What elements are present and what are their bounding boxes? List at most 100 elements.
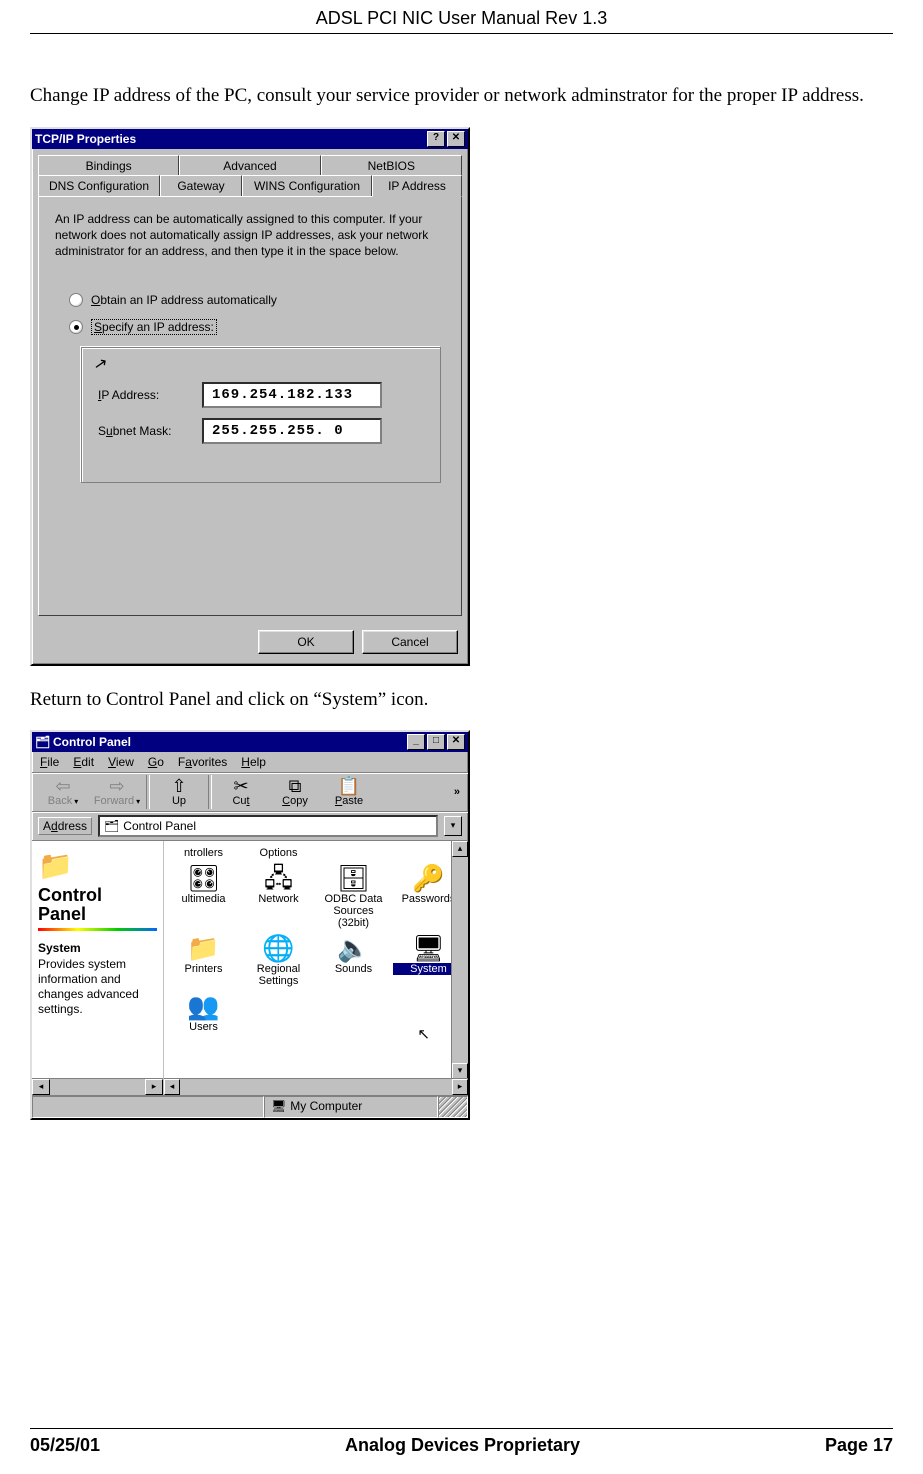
close-button[interactable]: ✕	[447, 734, 465, 750]
tab-bindings[interactable]: Bindings	[38, 155, 179, 176]
menu-bar: File Edit View Go Favorites Help	[32, 752, 468, 773]
cursor-icon: ↖	[92, 353, 109, 375]
menu-go[interactable]: Go	[148, 755, 164, 769]
users-icon: 👥	[168, 993, 239, 1019]
partial-label: Options	[243, 845, 314, 859]
cp-icon-pane: ntrollers Options 🎛ultimedia 🖧Network 🗄O…	[164, 841, 468, 1095]
subnet-mask-row: Subnet Mask: 255.255.255. 0	[98, 418, 424, 444]
menu-favorites[interactable]: Favorites	[178, 755, 227, 769]
scroll-right-icon[interactable]: ▸	[452, 1079, 468, 1095]
tab-ip-address[interactable]: IP Address	[372, 175, 462, 197]
tool-up[interactable]: ⇧Up	[152, 775, 206, 809]
ip-address-label: IP Address:	[98, 388, 188, 402]
right-hscrollbar[interactable]: ◂ ▸	[164, 1078, 468, 1095]
item-multimedia[interactable]: 🎛ultimedia	[168, 865, 239, 929]
tool-paste[interactable]: 📋Paste	[322, 775, 376, 809]
resize-grip[interactable]	[438, 1096, 468, 1118]
tcpip-title: TCP/IP Properties	[35, 132, 136, 146]
tab-row-1: Bindings Advanced NetBIOS	[32, 149, 468, 176]
tab-advanced[interactable]: Advanced	[179, 155, 320, 176]
tcpip-titlebar[interactable]: TCP/IP Properties ? ✕	[32, 129, 468, 149]
paste-icon: 📋	[322, 777, 376, 795]
scroll-left-icon[interactable]: ◂	[32, 1079, 50, 1095]
control-panel-icon: 🗂	[35, 735, 49, 749]
menu-help[interactable]: Help	[241, 755, 266, 769]
tab-dns-configuration[interactable]: DNS Configuration	[38, 175, 160, 196]
item-printers[interactable]: 📁Printers	[168, 935, 239, 987]
ip-groupbox: ↖ IP Address: 169.254.182.133 Subnet Mas…	[81, 347, 441, 483]
subnet-mask-label: Subnet Mask:	[98, 424, 188, 438]
cp-titlebar[interactable]: 🗂 Control Panel _ □ ✕	[32, 732, 468, 752]
radio-icon	[69, 293, 83, 307]
item-regional-settings[interactable]: 🌐Regional Settings	[243, 935, 314, 987]
address-label: Address	[38, 817, 92, 835]
tab-wins-configuration[interactable]: WINS Configuration	[242, 175, 372, 196]
menu-view[interactable]: View	[108, 755, 134, 769]
my-computer-icon: 🖥	[271, 1099, 286, 1113]
scroll-right-icon[interactable]: ▸	[145, 1079, 163, 1095]
radio-icon	[69, 320, 83, 334]
toolbar: ⇦Back▾ ⇨Forward▾ ⇧Up ✂Cut ⧉Copy 📋Paste »	[32, 773, 468, 812]
help-button[interactable]: ?	[427, 131, 445, 147]
tcpip-properties-dialog: TCP/IP Properties ? ✕ Bindings Advanced …	[30, 127, 470, 666]
selected-item-name: System	[38, 941, 157, 955]
paragraph-2: Return to Control Panel and click on “Sy…	[30, 688, 893, 713]
page-header: ADSL PCI NIC User Manual Rev 1.3	[30, 0, 893, 34]
scroll-up-icon[interactable]: ▴	[452, 841, 468, 857]
address-bar: Address 🗂 Control Panel ▾	[32, 812, 468, 841]
dialog-button-row: OK Cancel	[32, 622, 468, 664]
tab-gateway[interactable]: Gateway	[160, 175, 242, 196]
footer-date: 05/25/01	[30, 1435, 100, 1456]
network-icon: 🖧	[243, 865, 314, 891]
right-vscrollbar[interactable]: ▴ ▾	[451, 841, 468, 1079]
close-button[interactable]: ✕	[447, 131, 465, 147]
footer-center: Analog Devices Proprietary	[345, 1435, 580, 1456]
tab-row-2: DNS Configuration Gateway WINS Configura…	[32, 175, 468, 196]
item-odbc[interactable]: 🗄ODBC Data Sources (32bit)	[318, 865, 389, 929]
odbc-icon: 🗄	[318, 865, 389, 891]
toolbar-separator	[146, 775, 150, 809]
subnet-mask-input[interactable]: 255.255.255. 0	[202, 418, 382, 444]
status-bar: 🖥My Computer	[32, 1095, 468, 1118]
left-hscrollbar[interactable]: ◂ ▸	[32, 1078, 163, 1095]
page-footer: 05/25/01 Analog Devices Proprietary Page…	[30, 1428, 893, 1456]
address-dropdown[interactable]: ▾	[444, 816, 462, 836]
item-network[interactable]: 🖧Network	[243, 865, 314, 929]
address-field[interactable]: 🗂 Control Panel	[98, 815, 438, 837]
multimedia-icon: 🎛	[168, 865, 239, 891]
rainbow-underline	[38, 928, 157, 931]
ip-address-input[interactable]: 169.254.182.133	[202, 382, 382, 408]
cancel-button[interactable]: Cancel	[362, 630, 458, 654]
status-left	[32, 1096, 264, 1118]
address-icon: 🗂	[104, 819, 119, 833]
radio-obtain-auto[interactable]: Obtain an IP address automatically	[69, 293, 445, 307]
radio-specify-ip[interactable]: Specify an IP address:	[69, 319, 445, 335]
tool-back[interactable]: ⇦Back▾	[36, 775, 90, 809]
cp-heading: ControlPanel	[38, 886, 157, 924]
sounds-icon: 🔈	[318, 935, 389, 961]
tool-forward[interactable]: ⇨Forward▾	[90, 775, 144, 809]
menu-edit[interactable]: Edit	[73, 755, 94, 769]
back-icon: ⇦	[36, 777, 90, 795]
ip-address-row: IP Address: 169.254.182.133	[98, 382, 424, 408]
tool-copy[interactable]: ⧉Copy	[268, 775, 322, 809]
scroll-left-icon[interactable]: ◂	[164, 1079, 180, 1095]
control-panel-window: 🗂 Control Panel _ □ ✕ File Edit View Go …	[30, 730, 470, 1120]
folder-icon: 📁	[38, 849, 157, 882]
footer-page: Page 17	[825, 1435, 893, 1456]
scroll-down-icon[interactable]: ▾	[452, 1063, 468, 1079]
item-users[interactable]: 👥Users	[168, 993, 239, 1033]
ok-button[interactable]: OK	[258, 630, 354, 654]
printers-icon: 📁	[168, 935, 239, 961]
minimize-button[interactable]: _	[407, 734, 425, 750]
menu-file[interactable]: File	[40, 755, 59, 769]
tool-cut[interactable]: ✂Cut	[214, 775, 268, 809]
toolbar-overflow[interactable]: »	[454, 786, 464, 798]
ip-description: An IP address can be automatically assig…	[55, 211, 445, 260]
status-right: 🖥My Computer	[264, 1096, 438, 1118]
tab-netbios[interactable]: NetBIOS	[321, 155, 462, 176]
item-sounds[interactable]: 🔈Sounds	[318, 935, 389, 987]
maximize-button[interactable]: □	[427, 734, 445, 750]
toolbar-separator	[208, 775, 212, 809]
forward-icon: ⇨	[90, 777, 144, 795]
